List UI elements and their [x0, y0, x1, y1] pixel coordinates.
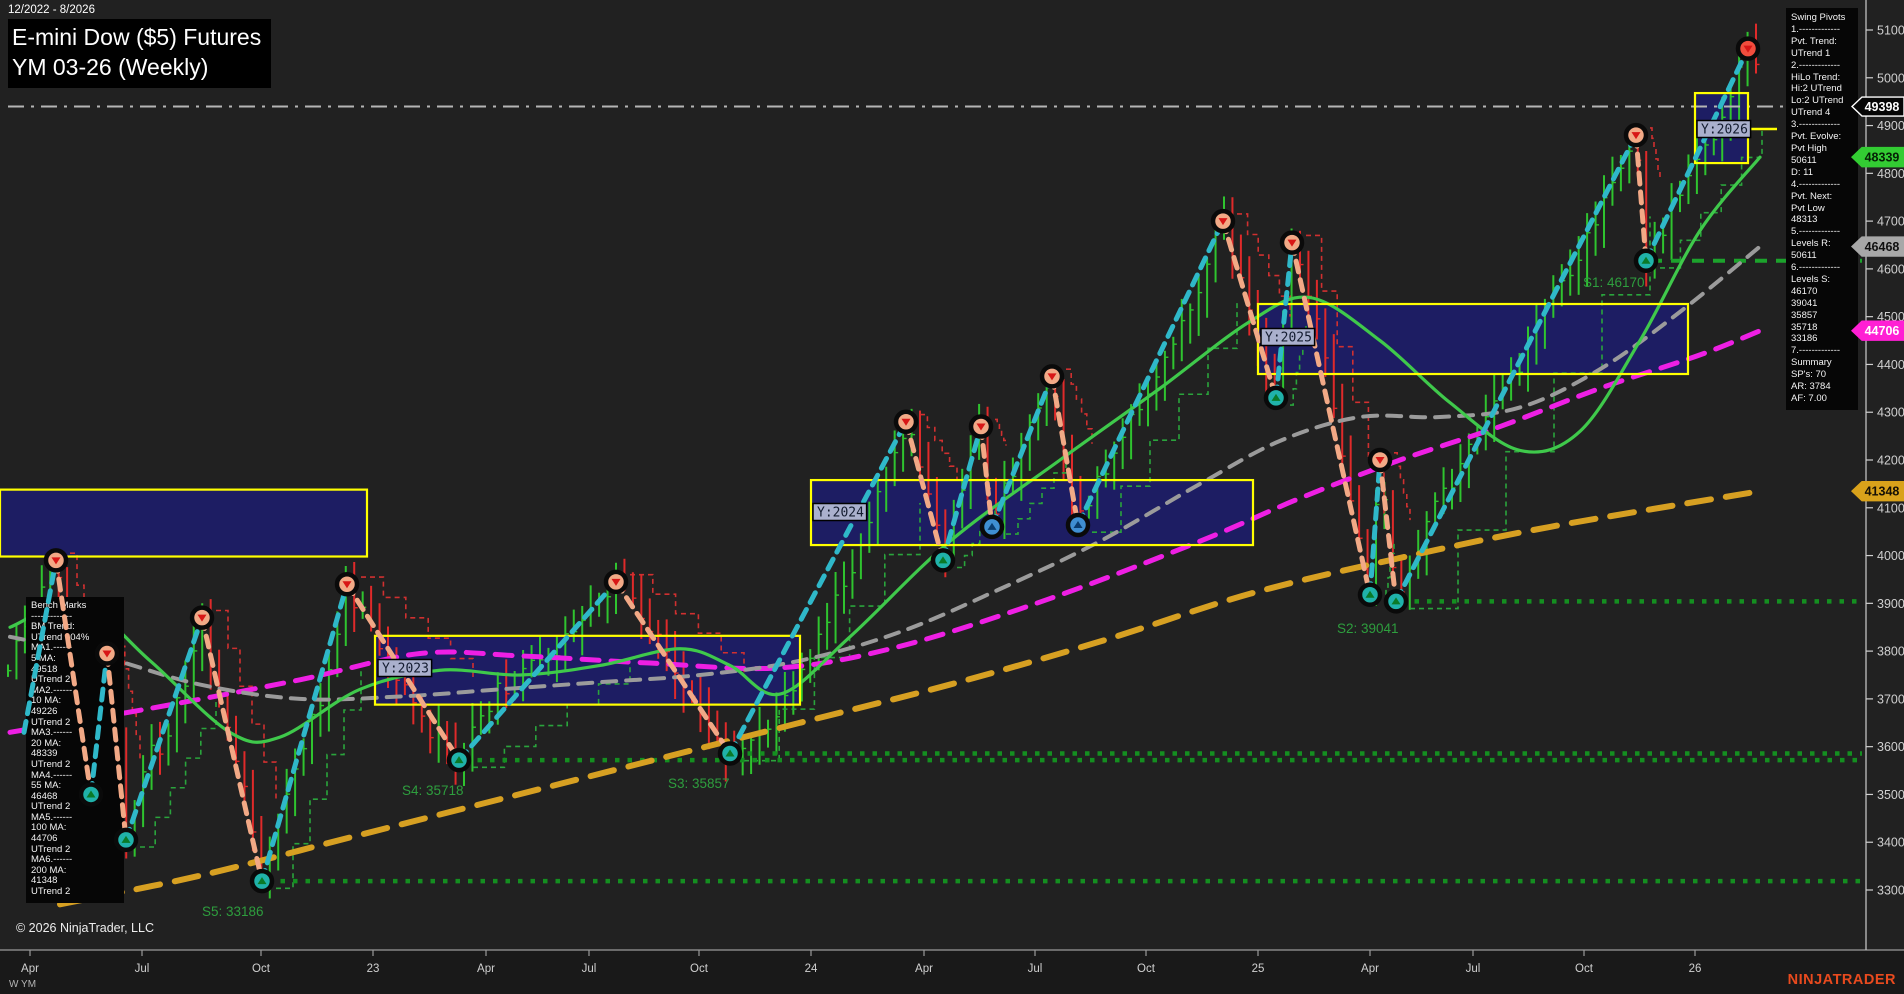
panel-line: UTrend 4: [1791, 107, 1831, 119]
panel-line: UTrend 2: [31, 758, 71, 770]
instrument-title-line2: YM 03-26 (Weekly): [12, 54, 209, 80]
price-badge: 41348: [1850, 480, 1904, 502]
ninjatrader-chart-window: 12/2022 - 8/2026 E-mini Dow ($5) Futures…: [0, 0, 1904, 994]
panel-line: SP's: 70: [1791, 369, 1827, 381]
price-tick-label: 43000: [1877, 406, 1904, 420]
panel-line: AR: 3784: [1791, 381, 1831, 393]
panel-line: 50611: [1791, 250, 1817, 262]
bench-marks-title: Bench Marks: [31, 600, 87, 611]
panel-line: Levels R:: [1791, 238, 1831, 250]
price-badge: 44706: [1850, 320, 1904, 341]
time-tick-label: Jul: [135, 963, 150, 975]
price-tick-label: 47000: [1877, 215, 1904, 229]
panel-line: 6.-------------: [1791, 262, 1841, 274]
panel-line: 33186: [1791, 333, 1818, 345]
panel-line: Pvt Low: [1791, 202, 1825, 214]
price-tick-label: 46000: [1877, 262, 1904, 276]
svg-text:46468: 46468: [1865, 240, 1900, 254]
bench-marks-panel: Bench Marks ------------- BM Trend: UTrend…: [26, 597, 124, 903]
time-tick-label: Apr: [477, 963, 495, 975]
panel-line: 35857: [1791, 309, 1818, 321]
price-tick-label: 44000: [1877, 358, 1904, 372]
svg-text:44706: 44706: [1865, 324, 1900, 338]
chart-header: 12/2022 - 8/2026 E-mini Dow ($5) Futures…: [8, 4, 272, 88]
panel-line: UTrend 1: [1791, 47, 1831, 59]
time-tick-label: Apr: [1361, 963, 1379, 975]
time-tick-label: Jul: [1466, 963, 1481, 975]
time-tick-label: Oct: [1575, 963, 1594, 975]
swing-pivots-lines: 1.------------- Pvt. Trend: UTrend 1 2.----…: [1791, 24, 1853, 405]
time-tick-label: Apr: [915, 963, 933, 975]
panel-line: AF: 7.00: [1791, 393, 1827, 404]
panel-line: 35718: [1791, 321, 1818, 333]
price-tick-label: 35000: [1877, 788, 1904, 802]
panel-line: HiLo Trend:: [1791, 71, 1841, 83]
time-tick-label: Jul: [582, 963, 597, 975]
price-tick-label: 50000: [1877, 71, 1904, 85]
price-tick-label: 49000: [1877, 119, 1904, 133]
price-tick-label: 37000: [1877, 692, 1904, 706]
instrument-title-line1: E-mini Dow ($5) Futures: [12, 24, 262, 50]
price-badge: 48339: [1850, 146, 1904, 168]
panel-line: 48313: [1791, 214, 1818, 226]
price-tick-label: 48000: [1877, 167, 1904, 181]
time-tick-label: Oct: [1137, 963, 1156, 975]
chart-canvas[interactable]: [0, 0, 1904, 994]
price-tick-label: 36000: [1877, 740, 1904, 754]
time-tick-label: Oct: [252, 963, 271, 975]
panel-line: Levels S:: [1791, 273, 1831, 285]
panel-line: Pvt High: [1791, 142, 1827, 154]
panel-line: D: 11: [1791, 166, 1814, 178]
swing-pivots-title: Swing Pivots: [1791, 12, 1846, 23]
panel-line: 4.-------------: [1791, 178, 1841, 190]
panel-line: 5.-------------: [1791, 226, 1841, 238]
panel-line: 50611: [1791, 154, 1817, 166]
panel-line: Summary: [1791, 357, 1832, 369]
panel-line: Pvt. Next:: [1791, 190, 1833, 202]
panel-line: Hi:2 UTrend: [1791, 83, 1842, 95]
time-tick-label: 25: [1252, 963, 1265, 975]
svg-text:48339: 48339: [1865, 151, 1900, 165]
copyright-label: © 2026 NinjaTrader, LLC: [16, 921, 154, 935]
bench-marks-lines: ------------- BM Trend: UTrend 104% MA1.---…: [31, 611, 119, 898]
price-badge: 46468: [1850, 236, 1904, 257]
time-tick-label: 24: [805, 963, 818, 975]
price-tick-label: 39000: [1877, 597, 1904, 611]
panel-line: 2.-------------: [1791, 59, 1841, 71]
svg-text:41348: 41348: [1865, 485, 1900, 499]
price-tick-label: 42000: [1877, 454, 1904, 468]
ninjatrader-logo: NINJATRADER: [1787, 972, 1896, 988]
svg-text:49398: 49398: [1865, 100, 1900, 114]
date-range-label: 12/2022 - 8/2026: [8, 4, 95, 16]
price-tick-label: 41000: [1877, 501, 1904, 515]
panel-line: 7.-------------: [1791, 345, 1841, 357]
price-badge: 49398: [1850, 96, 1904, 117]
panel-line: Lo:2 UTrend: [1791, 95, 1844, 107]
panel-line: 5 MA:: [31, 652, 56, 664]
panel-line: 39041: [1791, 297, 1818, 309]
price-tick-label: 34000: [1877, 836, 1904, 850]
time-tick-label: Jul: [1028, 963, 1043, 975]
price-tick-label: 38000: [1877, 645, 1904, 659]
swing-pivots-panel: Swing Pivots 1.------------- Pvt. Trend: U…: [1786, 8, 1858, 410]
instrument-tag: W YM: [9, 979, 37, 990]
price-tick-label: 51000: [1877, 24, 1904, 38]
panel-line: Pvt. Trend:: [1791, 35, 1837, 47]
panel-line: 1.-------------: [1791, 23, 1841, 35]
panel-line: UTrend 2: [31, 886, 71, 898]
panel-line: 49226: [31, 705, 58, 717]
panel-line: Pvt. Evolve:: [1791, 131, 1842, 143]
time-tick-label: 26: [1689, 963, 1702, 975]
price-tick-label: 40000: [1877, 549, 1904, 563]
time-tick-label: Apr: [21, 963, 39, 975]
time-tick-label: Oct: [690, 963, 709, 975]
panel-line: 46170: [1791, 285, 1818, 297]
instrument-title-box: E-mini Dow ($5) Futures YM 03-26 (Weekly…: [8, 19, 272, 88]
price-tick-label: 33000: [1877, 884, 1904, 898]
panel-line: 3.-------------: [1791, 119, 1841, 131]
time-tick-label: 23: [367, 963, 380, 975]
